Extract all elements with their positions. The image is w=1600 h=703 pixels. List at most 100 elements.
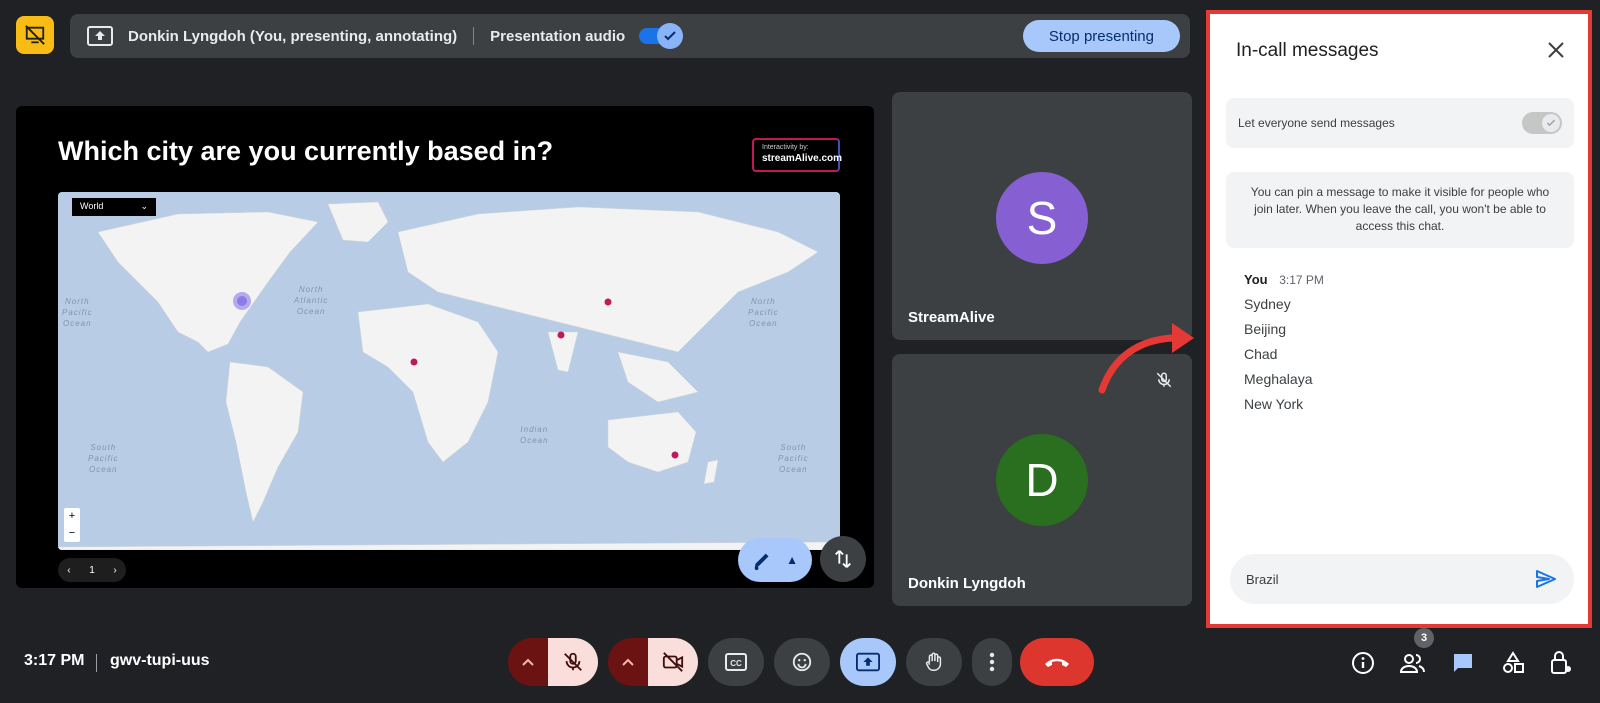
video-options-button[interactable] [608, 638, 648, 686]
participant-count-badge: 3 [1414, 628, 1434, 648]
check-icon [657, 23, 684, 49]
ocean-label-north-pacific-right: North Pacific Ocean [748, 297, 779, 328]
chevron-up-icon [522, 658, 534, 666]
land-new-zealand [703, 459, 719, 485]
chevron-up-icon [622, 658, 634, 666]
audio-options-button[interactable] [508, 638, 548, 686]
microphone-toggle-button[interactable] [548, 638, 598, 686]
more-options-button[interactable] [972, 638, 1012, 686]
send-messages-toggle[interactable] [1522, 112, 1562, 134]
closed-captions-icon: CC [725, 653, 747, 671]
leave-call-button[interactable] [1020, 638, 1094, 686]
streamalive-badge: Interactivity by: streamAlive.com [752, 138, 843, 172]
host-controls-button[interactable] [1548, 650, 1574, 676]
present-screen-icon [856, 652, 880, 672]
stop-presenting-button[interactable]: Stop presenting [1022, 20, 1180, 52]
marker-meghalaya [557, 331, 565, 339]
chevron-left-icon[interactable]: ‹ [67, 565, 70, 576]
land-north-america [97, 211, 319, 353]
meeting-code: gwv-tupi-uus [110, 652, 210, 669]
people-icon [1400, 654, 1425, 673]
land-australia [607, 411, 697, 473]
current-time: 3:17 PM [24, 652, 85, 669]
zoom-in-button[interactable]: + [64, 508, 80, 525]
annotation-arrow-icon [1098, 323, 1194, 394]
page-number: 1 [89, 564, 95, 576]
ocean-label-south-pacific-right: South Pacific Ocean [778, 443, 809, 474]
presentation-audio-label: Presentation audio [490, 27, 626, 45]
land-south-america [225, 361, 304, 523]
pin-info-notice: You can pin a message to make it visible… [1226, 172, 1574, 248]
permission-label: Let everyone send messages [1238, 116, 1395, 130]
participant-tile[interactable]: S StreamAlive [892, 92, 1192, 340]
raise-hand-button[interactable] [906, 638, 962, 686]
camera-off-icon [662, 652, 684, 672]
present-screen-icon [86, 25, 114, 47]
annotation-tool-button[interactable]: ▲ [738, 538, 812, 582]
svg-text:CC: CC [730, 659, 742, 668]
presentation-audio-toggle[interactable] [639, 23, 684, 49]
map-region-select[interactable]: World ⌄ [72, 198, 156, 216]
message-sender: You [1244, 272, 1268, 287]
swap-layout-button[interactable] [820, 536, 866, 582]
caret-up-icon[interactable]: ▲ [786, 553, 798, 567]
avatar: D [996, 434, 1088, 526]
message-time: 3:17 PM [1279, 273, 1324, 287]
close-icon[interactable] [1546, 40, 1566, 60]
chat-icon [1454, 654, 1472, 672]
marker-chad [410, 358, 418, 366]
zoom-out-button[interactable]: − [64, 525, 80, 542]
ocean-label-north-pacific-left: North Pacific Ocean [62, 297, 93, 328]
check-icon [1542, 114, 1560, 132]
hand-icon [925, 652, 942, 671]
chat-message[interactable]: New York [1244, 392, 1313, 417]
marker-sydney [671, 451, 679, 459]
presenter-label: Donkin Lyngdoh (You, presenting, annotat… [128, 27, 458, 45]
badge-logo-text: streamAlive.com [762, 153, 843, 164]
people-button[interactable] [1400, 650, 1426, 676]
chat-button[interactable] [1450, 650, 1476, 676]
reactions-button[interactable] [774, 638, 830, 686]
chat-message[interactable]: Sydney [1244, 292, 1313, 317]
message-permission-row: Let everyone send messages [1226, 98, 1574, 148]
presentation-off-icon-button[interactable] [16, 16, 54, 54]
land-greenland [327, 201, 389, 243]
slide-title: Which city are you currently based in? [58, 136, 554, 166]
chat-message[interactable]: Beijing [1244, 317, 1313, 342]
mic-off-icon [564, 652, 582, 671]
captions-button[interactable]: CC [708, 638, 764, 686]
meeting-details-button[interactable] [1350, 650, 1376, 676]
activities-button[interactable] [1500, 650, 1526, 676]
badge-caption: Interactivity by: [762, 144, 809, 151]
land-africa [357, 303, 499, 463]
shapes-icon [1503, 651, 1524, 673]
panel-title: In-call messages [1236, 40, 1379, 61]
present-now-button[interactable] [840, 638, 896, 686]
camera-toggle-button[interactable] [648, 638, 698, 686]
map-zoom-control[interactable]: + − [64, 508, 80, 542]
land-antarctica [58, 541, 840, 550]
message-list: Sydney Beijing Chad Meghalaya New York [1244, 292, 1313, 417]
present-off-icon [25, 25, 45, 45]
chat-message[interactable]: Chad [1244, 342, 1313, 367]
send-icon[interactable] [1534, 567, 1558, 591]
lock-person-icon [1551, 651, 1571, 674]
chevron-down-icon: ⌄ [140, 201, 148, 211]
emoji-icon [792, 652, 812, 672]
ocean-label-indian: Indian Ocean [520, 425, 549, 445]
hang-up-icon [1045, 658, 1069, 667]
message-header: You 3:17 PM [1244, 272, 1324, 287]
map-region-value: World [80, 201, 104, 211]
world-map[interactable]: World ⌄ North Pacific Ocean North Atlantic Oc… [58, 192, 840, 550]
message-input[interactable] [1246, 571, 1534, 587]
presentation-view: Which city are you currently based in? I… [16, 106, 874, 588]
land-southeast-asia [617, 351, 699, 403]
ocean-label-south-pacific-left: South Pacific Ocean [88, 443, 119, 474]
chevron-right-icon[interactable]: › [113, 565, 116, 576]
marker-beijing [604, 298, 612, 306]
avatar: S [996, 172, 1088, 264]
in-call-messages-panel: In-call messages Let everyone send messa… [1210, 14, 1588, 624]
chat-message[interactable]: Meghalaya [1244, 367, 1313, 392]
ocean-label-north-atlantic: North Atlantic Ocean [294, 285, 329, 316]
chat-panel-highlight: In-call messages Let everyone send messa… [1206, 10, 1592, 628]
